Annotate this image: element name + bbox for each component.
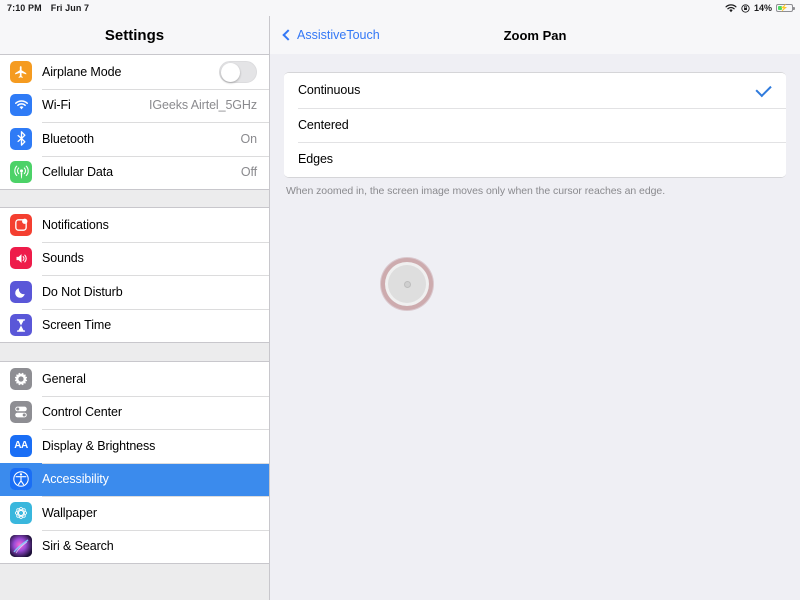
sidebar-item-screen-time[interactable]: Screen Time bbox=[0, 308, 269, 342]
page-title: Settings bbox=[0, 16, 269, 54]
sidebar-item-label: Screen Time bbox=[42, 318, 112, 333]
charging-bolt-icon: ⚡ bbox=[779, 5, 789, 13]
cellular-antenna-icon bbox=[10, 161, 32, 184]
bluetooth-state-value: On bbox=[240, 131, 258, 146]
sidebar-item-display-brightness[interactable]: AA Display & Brightness bbox=[0, 429, 269, 463]
sidebar-group-system: General Control Center AA Display & Brig… bbox=[0, 361, 269, 564]
sidebar-scroll[interactable]: Airplane Mode Wi-Fi IGeeks Airtel_5GHz B… bbox=[0, 54, 269, 600]
sidebar-group-connectivity: Airplane Mode Wi-Fi IGeeks Airtel_5GHz B… bbox=[0, 54, 269, 190]
sidebar-item-airplane-mode[interactable]: Airplane Mode bbox=[0, 55, 269, 89]
moon-icon bbox=[10, 280, 32, 303]
hourglass-icon bbox=[10, 314, 32, 337]
sidebar-item-label: Control Center bbox=[42, 405, 122, 420]
sidebar-item-label: Accessibility bbox=[42, 472, 109, 487]
sidebar-item-label: Cellular Data bbox=[42, 165, 113, 180]
chevron-left-icon bbox=[282, 29, 294, 41]
sidebar-item-sounds[interactable]: Sounds bbox=[0, 241, 269, 275]
speaker-icon bbox=[10, 247, 32, 270]
back-button[interactable]: AssistiveTouch bbox=[282, 28, 380, 42]
sidebar-item-label: Sounds bbox=[42, 251, 84, 266]
wallpaper-flower-icon bbox=[10, 501, 32, 524]
checkmark-icon bbox=[755, 80, 772, 97]
option-edges[interactable]: Edges bbox=[284, 142, 786, 177]
sidebar-item-bluetooth[interactable]: Bluetooth On bbox=[0, 122, 269, 156]
sidebar-group-divider bbox=[0, 343, 269, 361]
option-label: Edges bbox=[298, 152, 333, 167]
airplane-mode-toggle[interactable] bbox=[219, 60, 257, 83]
status-bar-right: 14% ⚡ bbox=[725, 3, 795, 13]
accessibility-icon bbox=[10, 468, 32, 491]
sidebar-item-label: General bbox=[42, 371, 86, 386]
status-date: Fri Jun 7 bbox=[50, 3, 90, 13]
gear-icon bbox=[10, 367, 32, 390]
status-bar-left: 7:10 PM Fri Jun 7 bbox=[7, 3, 89, 13]
ipad-settings-screen: 7:10 PM Fri Jun 7 14% ⚡ Settings Airplan… bbox=[0, 0, 800, 600]
wifi-network-value: IGeeks Airtel_5GHz bbox=[149, 98, 257, 113]
sidebar-item-wallpaper[interactable]: Wallpaper bbox=[0, 496, 269, 530]
cellular-state-value: Off bbox=[240, 165, 257, 180]
sidebar-item-label: Display & Brightness bbox=[42, 438, 156, 453]
option-label: Centered bbox=[298, 117, 349, 132]
sidebar-item-siri-search[interactable]: Siri & Search bbox=[0, 529, 269, 563]
bluetooth-icon bbox=[10, 127, 32, 150]
sidebar-item-do-not-disturb[interactable]: Do Not Disturb bbox=[0, 275, 269, 309]
sidebar-item-label: Wallpaper bbox=[42, 505, 97, 520]
assistive-touch-cursor[interactable] bbox=[381, 258, 433, 310]
zoom-pan-options-card: Continuous Centered Edges bbox=[284, 72, 786, 178]
status-time: 7:10 PM bbox=[7, 3, 42, 13]
sidebar-item-general[interactable]: General bbox=[0, 362, 269, 396]
text-size-icon: AA bbox=[10, 434, 32, 457]
wifi-icon bbox=[10, 94, 32, 117]
option-label: Continuous bbox=[298, 83, 361, 98]
settings-sidebar: Settings Airplane Mode Wi-Fi IGeeks Airt… bbox=[0, 16, 270, 600]
back-button-label: AssistiveTouch bbox=[297, 28, 380, 42]
battery-icon: ⚡ bbox=[776, 4, 795, 13]
sidebar-item-label: Bluetooth bbox=[42, 131, 94, 146]
detail-nav-bar: AssistiveTouch Zoom Pan bbox=[270, 16, 800, 54]
sidebar-group-divider bbox=[0, 190, 269, 207]
detail-panel: AssistiveTouch Zoom Pan Continuous Cente… bbox=[270, 16, 800, 600]
wifi-icon bbox=[725, 3, 737, 13]
footnote-text: When zoomed in, the screen image moves o… bbox=[286, 184, 666, 197]
assistive-touch-center-dot bbox=[403, 280, 411, 288]
sidebar-item-label: Notifications bbox=[42, 217, 109, 232]
battery-percent: 14% bbox=[753, 3, 772, 13]
status-bar: 7:10 PM Fri Jun 7 14% ⚡ bbox=[0, 0, 800, 16]
sidebar-item-label: Siri & Search bbox=[42, 539, 114, 554]
sidebar-item-wifi[interactable]: Wi-Fi IGeeks Airtel_5GHz bbox=[0, 88, 269, 122]
option-centered[interactable]: Centered bbox=[284, 107, 786, 142]
sliders-icon bbox=[10, 401, 32, 424]
sidebar-item-control-center[interactable]: Control Center bbox=[0, 395, 269, 429]
sidebar-group-alerts: Notifications Sounds Do Not Disturb Scre… bbox=[0, 207, 269, 343]
sidebar-item-accessibility[interactable]: Accessibility bbox=[0, 462, 269, 496]
sidebar-item-label: Airplane Mode bbox=[42, 64, 122, 79]
rotation-lock-icon bbox=[741, 3, 750, 13]
detail-content: Continuous Centered Edges When zoomed in… bbox=[270, 54, 800, 600]
sidebar-item-cellular-data[interactable]: Cellular Data Off bbox=[0, 155, 269, 189]
option-continuous[interactable]: Continuous bbox=[284, 73, 786, 108]
sidebar-item-label: Wi-Fi bbox=[42, 98, 71, 113]
sidebar-item-label: Do Not Disturb bbox=[42, 284, 123, 299]
sidebar-item-notifications[interactable]: Notifications bbox=[0, 208, 269, 242]
notifications-icon bbox=[10, 213, 32, 236]
siri-icon bbox=[10, 535, 32, 558]
airplane-icon bbox=[10, 60, 32, 83]
split-view: Settings Airplane Mode Wi-Fi IGeeks Airt… bbox=[0, 16, 800, 600]
